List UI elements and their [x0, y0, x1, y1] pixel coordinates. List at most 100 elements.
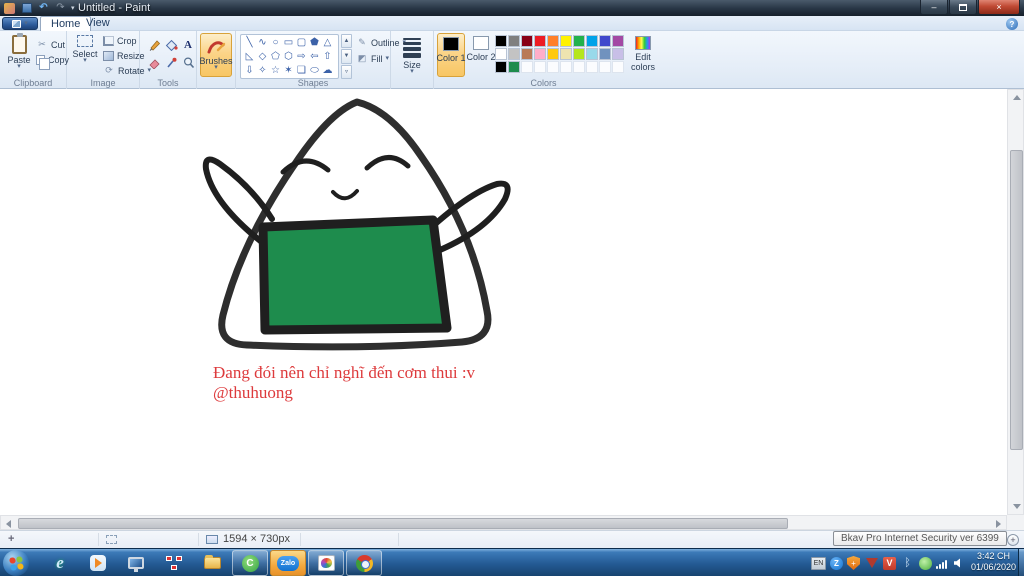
edit-colors-button[interactable]: Edit colors	[628, 33, 658, 77]
cloud-callout-shape-icon[interactable]: ☁	[321, 64, 334, 78]
palette-swatch[interactable]	[612, 35, 624, 47]
oval-callout-shape-icon[interactable]: ⬭	[308, 64, 321, 78]
customize-dropdown-icon[interactable]: ▾	[71, 4, 75, 12]
six-point-star-shape-icon[interactable]: ✶	[282, 64, 295, 78]
taskbar-chrome[interactable]	[346, 550, 382, 576]
save-icon[interactable]	[20, 2, 33, 14]
triangle-shape-icon[interactable]: △	[321, 36, 334, 50]
fill-bucket-icon[interactable]	[163, 36, 179, 53]
fill-button[interactable]: ◩ Fill	[356, 52, 389, 65]
help-icon[interactable]: ?	[1006, 18, 1018, 30]
taskbar-internet-explorer[interactable]: e	[42, 550, 78, 576]
palette-swatch-empty[interactable]	[573, 61, 585, 73]
zalo-tray-icon[interactable]: Z	[830, 556, 843, 570]
minimize-button[interactable]: –	[920, 0, 948, 15]
palette-swatch-empty[interactable]	[612, 61, 624, 73]
copy-button[interactable]: Copy	[36, 53, 69, 70]
select-button[interactable]: Select	[70, 33, 100, 77]
palette-swatch[interactable]	[534, 35, 546, 47]
taskbar-zalo[interactable]: Zalo	[270, 550, 306, 576]
taskbar-explorer[interactable]	[194, 550, 230, 576]
scroll-right-icon[interactable]	[996, 520, 1001, 528]
shapes-more-icon[interactable]: ▿	[341, 64, 352, 79]
taskbar-coccoc[interactable]: C	[232, 550, 268, 576]
palette-swatch[interactable]	[495, 35, 507, 47]
maximize-button[interactable]	[949, 0, 977, 15]
bluetooth-icon[interactable]: ᛒ	[900, 556, 915, 571]
scroll-up-icon[interactable]	[1013, 95, 1021, 100]
close-button[interactable]: ×	[978, 0, 1020, 15]
text-tool-icon[interactable]: A	[180, 36, 196, 53]
palette-swatch[interactable]	[560, 35, 572, 47]
scroll-down-icon[interactable]	[1013, 504, 1021, 509]
palette-swatch-empty[interactable]	[534, 61, 546, 73]
undo-icon[interactable]: ↶	[37, 2, 50, 14]
paste-button[interactable]: Paste	[4, 33, 34, 77]
green-swirl-icon[interactable]	[919, 556, 932, 570]
palette-swatch[interactable]	[586, 48, 598, 60]
taskbar-clock[interactable]: 3:42 CH 01/06/2020	[971, 551, 1016, 573]
horizontal-scroll-thumb[interactable]	[18, 518, 788, 529]
color-picker-icon[interactable]	[163, 54, 179, 71]
color1-button[interactable]: Color 1	[436, 33, 466, 77]
show-desktop-button[interactable]	[1018, 549, 1024, 576]
palette-swatch-empty[interactable]	[599, 61, 611, 73]
horizontal-scrollbar[interactable]	[0, 515, 1007, 530]
palette-swatch[interactable]	[508, 48, 520, 60]
palette-swatch[interactable]	[508, 35, 520, 47]
application-menu-button[interactable]	[2, 17, 38, 30]
magnifier-icon[interactable]	[180, 54, 196, 71]
crop-button[interactable]: Crop	[103, 34, 137, 47]
curve-shape-icon[interactable]: ∿	[256, 36, 269, 50]
brushes-button[interactable]: Brushes	[199, 33, 233, 77]
ellipse-shape-icon[interactable]: ○	[269, 36, 282, 50]
taskbar-remote-desktop[interactable]	[118, 550, 154, 576]
palette-swatch[interactable]	[495, 48, 507, 60]
start-button[interactable]	[3, 550, 29, 576]
eraser-icon[interactable]	[146, 54, 162, 71]
palette-swatch[interactable]	[599, 48, 611, 60]
redo-icon[interactable]: ↷	[54, 2, 67, 14]
bkav-shield-icon[interactable]: +	[847, 556, 860, 570]
palette-swatch[interactable]	[586, 35, 598, 47]
pencil-icon[interactable]	[146, 36, 162, 53]
taskbar-network-tool[interactable]	[156, 550, 192, 576]
palette-swatch[interactable]	[573, 48, 585, 60]
v-app-icon[interactable]: V	[883, 556, 896, 570]
vertical-scroll-thumb[interactable]	[1010, 150, 1023, 450]
triangle-app-icon[interactable]	[864, 556, 879, 571]
palette-swatch[interactable]	[495, 61, 507, 73]
taskbar-paint[interactable]	[308, 550, 344, 576]
palette-swatch[interactable]	[612, 48, 624, 60]
four-point-star-shape-icon[interactable]: ✧	[256, 64, 269, 78]
resize-button[interactable]: Resize	[103, 49, 145, 62]
line-shape-icon[interactable]: ╲	[243, 36, 256, 50]
palette-swatch[interactable]	[508, 61, 520, 73]
palette-swatch-empty[interactable]	[586, 61, 598, 73]
network-signal-icon[interactable]	[936, 558, 947, 569]
palette-swatch[interactable]	[573, 35, 585, 47]
rounded-rectangle-shape-icon[interactable]: ▢	[295, 36, 308, 50]
zoom-in-button[interactable]: +	[1007, 534, 1019, 546]
five-point-star-shape-icon[interactable]: ☆	[269, 64, 282, 78]
size-button[interactable]: Size	[397, 33, 427, 77]
right-arrow-shape-icon[interactable]: ⇨	[295, 50, 308, 64]
volume-icon[interactable]	[951, 556, 966, 571]
rectangle-shape-icon[interactable]: ▭	[282, 36, 295, 50]
palette-swatch[interactable]	[521, 48, 533, 60]
taskbar-media-player[interactable]	[80, 550, 116, 576]
palette-swatch[interactable]	[534, 48, 546, 60]
language-indicator[interactable]: EN	[811, 556, 826, 570]
left-arrow-shape-icon[interactable]: ⇦	[308, 50, 321, 64]
shapes-scroll-up-icon[interactable]: ▲	[341, 34, 352, 49]
tab-view[interactable]: View	[76, 16, 120, 31]
palette-swatch[interactable]	[560, 48, 572, 60]
palette-swatch-empty[interactable]	[560, 61, 572, 73]
palette-swatch-empty[interactable]	[547, 61, 559, 73]
polygon-shape-icon[interactable]: ⬟	[308, 36, 321, 50]
hexagon-shape-icon[interactable]: ⬡	[282, 50, 295, 64]
diamond-shape-icon[interactable]: ◇	[256, 50, 269, 64]
drawing-canvas[interactable]: Đang đói nên chỉ nghĩ đến cơm thui :v @t…	[0, 89, 1007, 515]
shapes-scroll-down-icon[interactable]: ▼	[341, 49, 352, 64]
color2-button[interactable]: Color 2	[466, 33, 496, 77]
